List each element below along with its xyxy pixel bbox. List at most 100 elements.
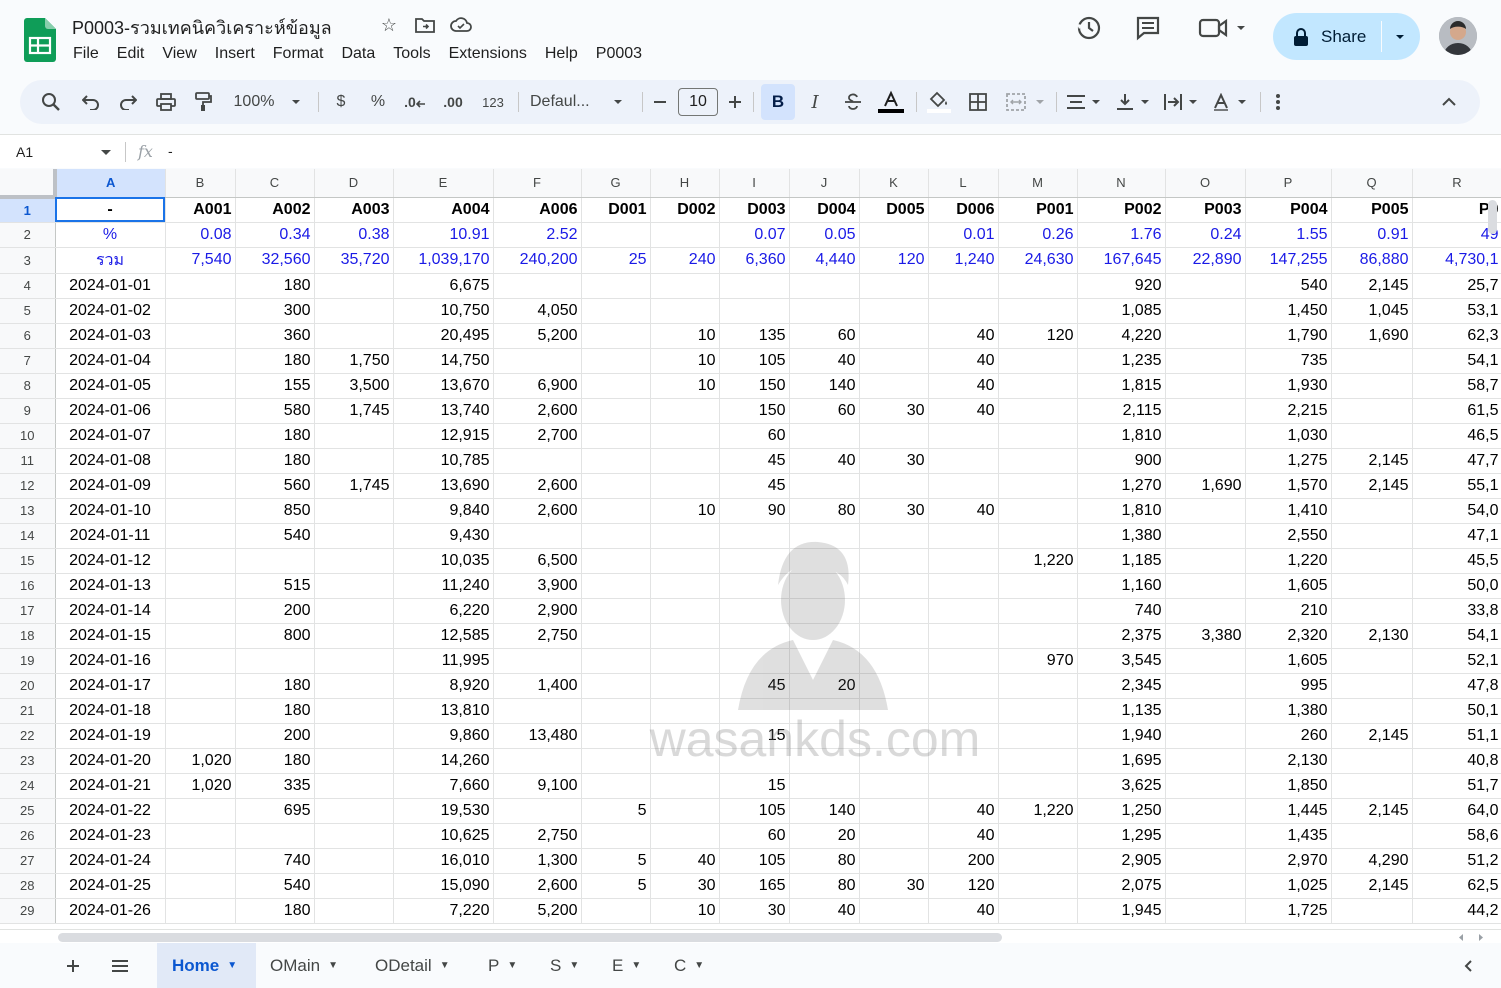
row-header[interactable]: 10 (0, 423, 56, 449)
cell[interactable] (998, 698, 1078, 724)
cell[interactable]: 2024-01-08 (55, 448, 166, 474)
cell[interactable]: % (55, 222, 166, 248)
cell[interactable]: 180 (235, 348, 315, 374)
more-options-icon[interactable] (1268, 80, 1288, 124)
cell[interactable]: 1,745 (314, 398, 394, 424)
cell[interactable]: 150 (719, 398, 790, 424)
cell[interactable]: 2,115 (1077, 398, 1166, 424)
cell[interactable]: 1,790 (1245, 323, 1332, 349)
chevron-down-icon[interactable]: ▼ (569, 960, 579, 971)
cell[interactable]: 180 (235, 448, 315, 474)
cell[interactable]: 86,880 (1331, 247, 1413, 274)
row-header[interactable]: 2 (0, 222, 56, 248)
row-header[interactable]: 17 (0, 598, 56, 624)
cell[interactable]: 6,900 (493, 373, 582, 399)
cell[interactable] (1331, 748, 1413, 774)
cell[interactable] (165, 573, 236, 599)
cell[interactable]: 200 (928, 848, 999, 874)
cell[interactable]: 2,145 (1331, 273, 1413, 299)
cell[interactable]: 1.55 (1245, 222, 1332, 248)
cell[interactable]: 47,1 (1412, 523, 1501, 549)
star-icon[interactable]: ☆ (378, 14, 400, 36)
column-header[interactable]: N (1077, 169, 1166, 198)
text-wrapping-icon[interactable] (1161, 80, 1201, 124)
cell[interactable] (493, 648, 582, 674)
row-header[interactable]: 24 (0, 773, 56, 799)
cell[interactable] (165, 323, 236, 349)
chevron-down-icon[interactable]: ▼ (227, 960, 237, 971)
cell[interactable] (650, 473, 720, 499)
cell[interactable] (928, 648, 999, 674)
cell[interactable] (314, 798, 394, 824)
cell[interactable]: 3,380 (1165, 623, 1246, 649)
cell[interactable] (998, 873, 1078, 899)
row-header[interactable]: 1 (0, 197, 56, 223)
cell[interactable]: 1,275 (1245, 448, 1332, 474)
cell[interactable]: 3,500 (314, 373, 394, 399)
cell[interactable] (581, 823, 651, 849)
italic-button[interactable]: I (802, 80, 828, 124)
meet-video-icon[interactable] (1197, 14, 1247, 42)
cell[interactable] (1165, 448, 1246, 474)
cell[interactable]: 22,890 (1165, 247, 1246, 274)
cell[interactable]: 2024-01-17 (55, 673, 166, 699)
cell[interactable]: 3,900 (493, 573, 582, 599)
chevron-down-icon[interactable]: ▼ (328, 960, 338, 971)
cell[interactable] (1165, 748, 1246, 774)
chevron-down-icon[interactable]: ▼ (507, 960, 517, 971)
cell[interactable] (859, 698, 929, 724)
cell[interactable]: 7,540 (165, 247, 236, 274)
cell[interactable] (789, 523, 860, 549)
cell[interactable]: 4,050 (493, 298, 582, 324)
cell[interactable]: 3,545 (1077, 648, 1166, 674)
cell[interactable] (1331, 648, 1413, 674)
cell[interactable] (165, 723, 236, 749)
row-header[interactable]: 8 (0, 373, 56, 399)
row-header[interactable]: 22 (0, 723, 56, 749)
cell[interactable]: 4,440 (789, 247, 860, 274)
cell[interactable]: 2,970 (1245, 848, 1332, 874)
collapse-toolbar-icon[interactable] (1438, 80, 1460, 124)
percent-format-button[interactable]: % (365, 80, 391, 124)
cell[interactable]: 10 (650, 898, 720, 924)
cell[interactable]: P004 (1245, 197, 1332, 223)
cell[interactable]: 12,915 (393, 423, 494, 449)
cell[interactable] (165, 873, 236, 899)
cell[interactable]: 58,6 (1412, 823, 1501, 849)
search-menus-icon[interactable] (38, 80, 64, 124)
cell[interactable]: 3,625 (1077, 773, 1166, 799)
cell[interactable]: 0.91 (1331, 222, 1413, 248)
cell[interactable]: 2,900 (493, 598, 582, 624)
cell[interactable]: 2024-01-22 (55, 798, 166, 824)
cell[interactable]: 80 (789, 498, 860, 524)
cell[interactable] (650, 673, 720, 699)
cell[interactable] (928, 748, 999, 774)
cell[interactable] (314, 873, 394, 899)
cell[interactable] (998, 498, 1078, 524)
cell[interactable] (859, 623, 929, 649)
cell[interactable] (493, 523, 582, 549)
cell[interactable]: 2024-01-14 (55, 598, 166, 624)
cell[interactable] (581, 623, 651, 649)
cell[interactable]: 80 (789, 848, 860, 874)
cell[interactable]: 800 (235, 623, 315, 649)
sheets-logo-icon[interactable] (24, 18, 56, 62)
cell[interactable] (581, 748, 651, 774)
cell[interactable]: 60 (789, 323, 860, 349)
cell[interactable]: 2.52 (493, 222, 582, 248)
cell[interactable] (928, 548, 999, 574)
share-button[interactable]: Share (1273, 13, 1420, 60)
cell[interactable]: 45 (719, 673, 790, 699)
cell[interactable] (165, 398, 236, 424)
cell[interactable] (998, 598, 1078, 624)
row-header[interactable]: 3 (0, 247, 56, 274)
cell[interactable] (165, 623, 236, 649)
column-header[interactable]: G (581, 169, 651, 198)
cell[interactable]: 50,0 (1412, 573, 1501, 599)
cell[interactable] (1165, 423, 1246, 449)
cell[interactable] (165, 648, 236, 674)
cell[interactable] (998, 748, 1078, 774)
cell[interactable]: 45 (719, 448, 790, 474)
cell[interactable] (1165, 523, 1246, 549)
cell[interactable]: 40 (928, 323, 999, 349)
